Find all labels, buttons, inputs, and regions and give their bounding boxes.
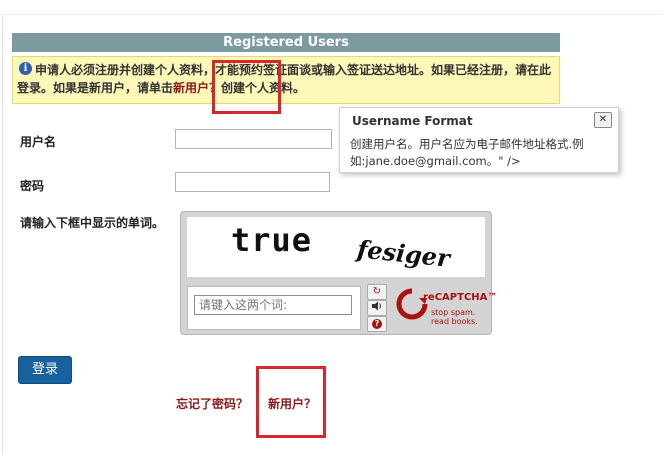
captcha-widget: true fesiger ↻ ? reCAPTCHA™ stop spam. r… <box>180 211 497 335</box>
captcha-image: true fesiger <box>187 217 485 277</box>
question-icon: ? <box>372 319 382 329</box>
password-label: 密码 <box>20 179 45 193</box>
captcha-label: 请输入下框中显示的单词。 <box>20 216 165 230</box>
highlight-box-notice <box>212 60 281 114</box>
login-button[interactable]: 登录 <box>18 356 72 384</box>
speaker-icon <box>372 301 381 311</box>
password-input[interactable] <box>175 172 330 192</box>
captcha-word-2: fesiger <box>355 234 452 273</box>
captcha-input-area <box>187 286 361 330</box>
username-label: 用户名 <box>20 135 57 149</box>
tooltip-title: Username Format <box>352 114 473 128</box>
refresh-icon[interactable]: ↻ <box>367 284 387 300</box>
forgot-password-link[interactable]: 忘记了密码？ <box>176 395 248 412</box>
close-icon[interactable]: ✕ <box>594 112 612 128</box>
notice-text: 申请人必须注册并创建个人资料，才能预约签证面谈或输入签证送达地址。如果已经注册，… <box>17 61 553 97</box>
notice-box: i 申请人必须注册并创建个人资料，才能预约签证面谈或输入签证送达地址。如果已经注… <box>12 56 560 104</box>
recaptcha-brand: reCAPTCHA™ <box>423 292 498 303</box>
help-icon[interactable]: ? <box>367 316 387 332</box>
audio-icon[interactable] <box>367 300 387 316</box>
captcha-word-1: true <box>231 221 313 259</box>
captcha-input[interactable] <box>194 295 352 315</box>
username-input[interactable] <box>175 129 332 149</box>
page-title: Registered Users <box>12 33 560 52</box>
username-format-tooltip: Username Format ✕ 创建用户名。用户名应为电子邮件地址格式.例如… <box>339 107 619 173</box>
recaptcha-tagline: stop spam. read books. <box>431 308 478 326</box>
highlight-box-new-user <box>256 366 326 438</box>
tooltip-body: 创建用户名。用户名应为电子邮件地址格式.例如:jane.doe@gmail.co… <box>350 137 584 168</box>
